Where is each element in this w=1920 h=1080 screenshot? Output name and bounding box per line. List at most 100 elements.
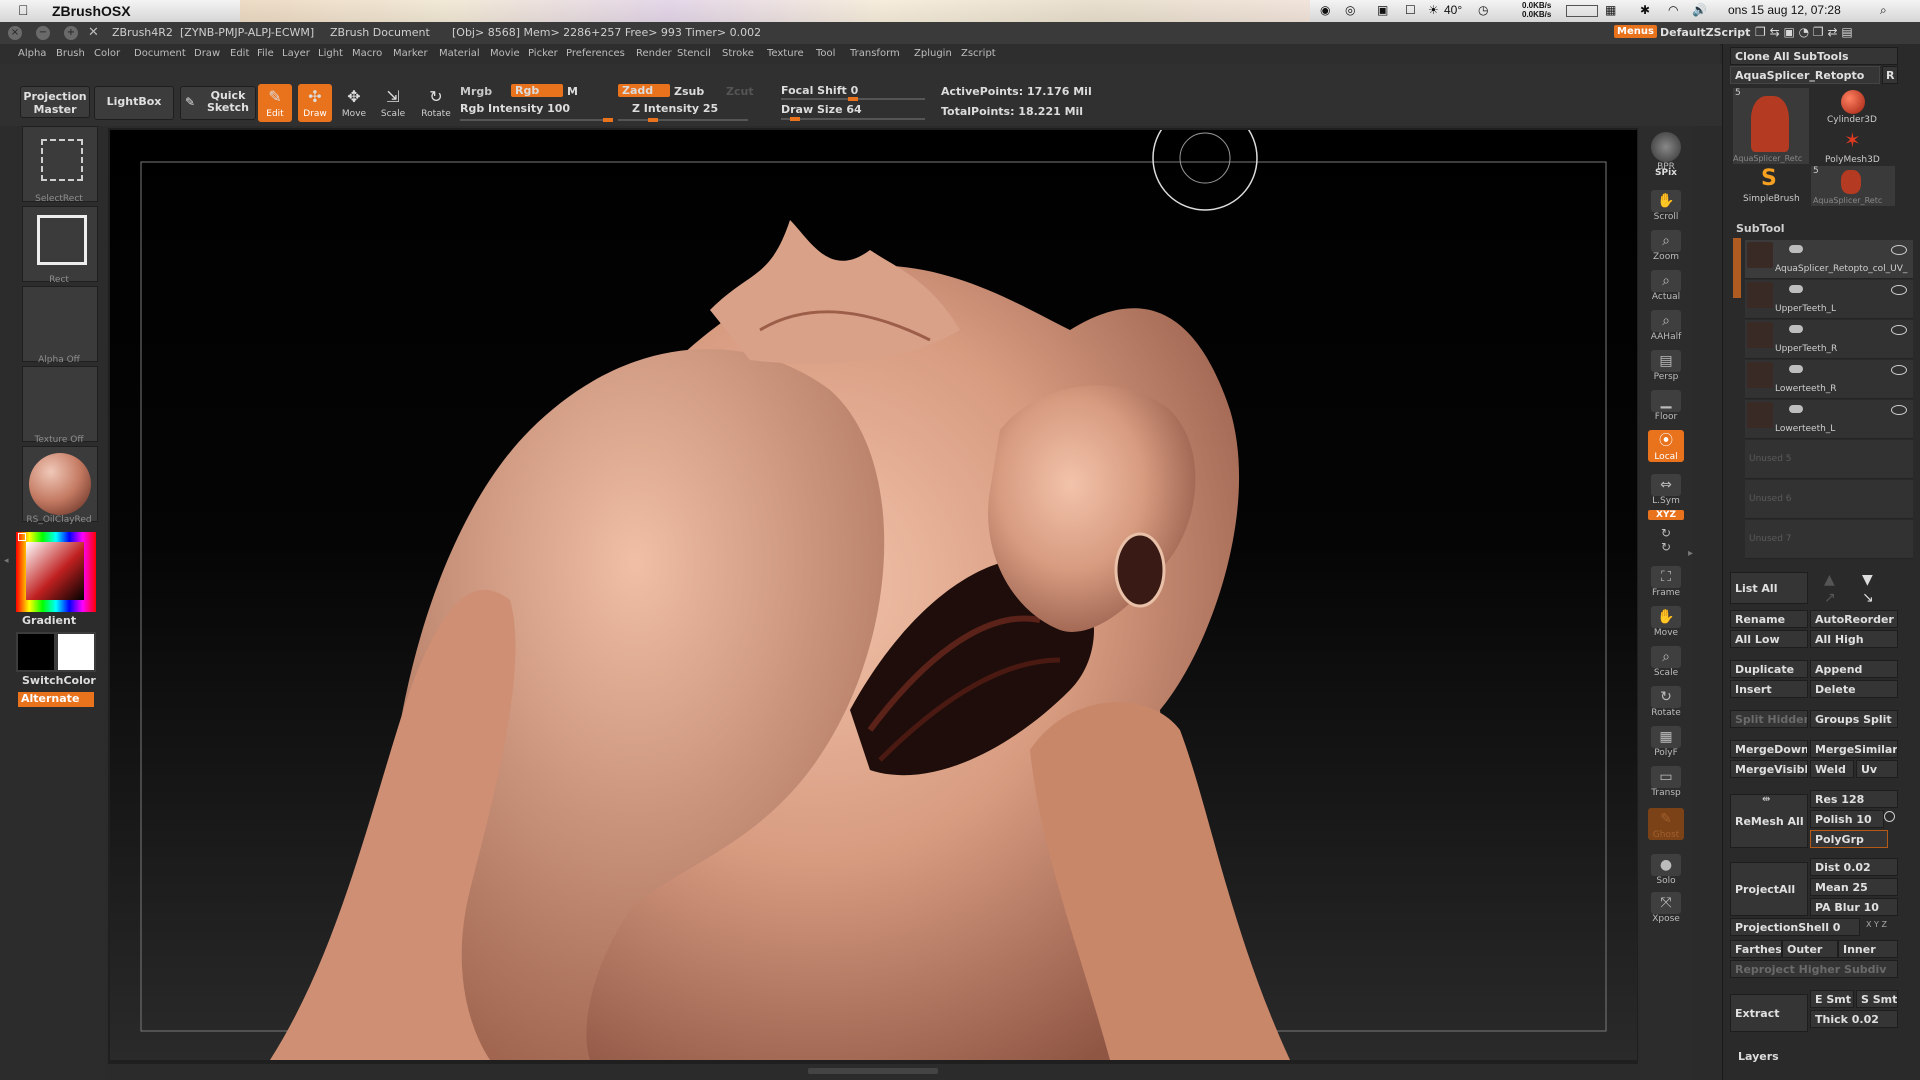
time-machine-icon[interactable]: ◷ [1478,3,1488,17]
switch-color-swatches[interactable] [16,632,96,672]
thick-slider[interactable]: Thick 0.02 [1810,1010,1898,1028]
wifi-signal-icon[interactable]: ◠ [1668,3,1678,17]
texture-button[interactable] [22,366,98,442]
dist-slider[interactable]: Dist 0.02 [1810,858,1898,876]
menu-texture[interactable]: Texture [767,48,804,59]
subtool-unused[interactable]: Unused 5 [1745,440,1913,479]
canvas-bottom-handle[interactable] [808,1068,938,1074]
mergesimilar-button[interactable]: MergeSimilar [1810,740,1898,758]
primary-color-swatch[interactable] [18,634,54,670]
weld-button[interactable]: Weld [1810,760,1854,778]
bpr-button[interactable]: BPR [1648,132,1684,172]
scale-view-button[interactable]: ⌕ Scale [1648,646,1684,678]
menu-zscript[interactable]: Zscript [961,48,996,59]
menu-file[interactable]: File [257,48,274,59]
farthest-button[interactable]: Farthest [1730,940,1782,958]
menu-stencil[interactable]: Stencil [677,48,711,59]
menu-preferences[interactable]: Preferences [566,48,625,59]
floor-button[interactable]: ▁ Floor [1648,390,1684,422]
delete-button[interactable]: Delete [1810,680,1898,698]
mean-slider[interactable]: Mean 25 [1810,878,1898,896]
move-down-arrow-icon[interactable]: ▼ [1862,572,1873,588]
clone-all-subtools-button[interactable]: Clone All SubTools [1730,47,1898,65]
res-slider[interactable]: Res 128 [1810,790,1898,808]
all-high-button[interactable]: All High [1810,630,1898,648]
frame-button[interactable]: ⛶ Frame [1648,566,1684,598]
menu-marker[interactable]: Marker [393,48,428,59]
xyz-button[interactable]: XYZ [1648,510,1684,520]
projection-master-button[interactable]: Projection Master [20,86,90,118]
lightbox-button[interactable]: LightBox [94,86,174,120]
mergedown-button[interactable]: MergeDown [1730,740,1808,758]
persp-button[interactable]: ▤ Persp [1648,350,1684,382]
left-collapse-arrow[interactable]: ◂ [4,556,9,566]
actual-button[interactable]: ⌕ Actual [1648,270,1684,302]
draw-size-slider[interactable] [781,117,925,121]
list-all-button[interactable]: List All [1730,572,1808,604]
rotate-button[interactable]: ↻ Rotate [419,84,453,122]
document-canvas[interactable] [110,130,1637,1060]
menu-picker[interactable]: Picker [528,48,558,59]
folder-icon[interactable]: ▣ [1377,3,1388,17]
volume-icon[interactable]: 🔊 [1692,3,1707,17]
subtool-item[interactable]: AquaSplicer_Retopto_col_UV_ [1745,240,1913,279]
move-button[interactable]: ✥ Move [337,84,371,122]
subtool-scrollbar[interactable] [1733,238,1741,298]
scroll-button[interactable]: ✋ Scroll [1648,190,1684,222]
projection-shell-slider[interactable]: ProjectionShell 0 [1730,918,1860,936]
insert-button[interactable]: Insert [1730,680,1808,698]
menu-alpha[interactable]: Alpha [18,48,46,59]
xpose-button[interactable]: ⤧ Xpose [1648,892,1684,924]
polish-slider[interactable]: Polish 10 [1810,810,1884,828]
rename-button[interactable]: Rename [1730,610,1808,628]
mergevisible-button[interactable]: MergeVisible [1730,760,1808,778]
alternate-button[interactable]: Alternate [18,692,94,707]
window-control-icons[interactable]: ❐ ⇆ ▣ ◔ ❐ ⇄ ▤ [1755,25,1853,39]
switch-color-label[interactable]: SwitchColor [22,674,96,687]
split-hidden-button[interactable]: Split Hidden [1730,710,1808,728]
menu-render[interactable]: Render [636,48,672,59]
autoreorder-button[interactable]: AutoReorder [1810,610,1898,628]
menu-movie[interactable]: Movie [490,48,520,59]
r-button[interactable]: R [1882,66,1898,84]
menus-button[interactable]: Menus [1614,25,1657,38]
uv-button[interactable]: Uv [1856,760,1898,778]
s-smt-slider[interactable]: S Smt [1856,990,1898,1008]
menu-edit[interactable]: Edit [230,48,249,59]
eye-icon[interactable] [1891,365,1907,375]
sculpt-model[interactable] [110,130,1637,1060]
spix-button[interactable]: SPix [1648,168,1684,178]
zadd-toggle[interactable]: Zadd [618,84,670,97]
menu-transform[interactable]: Transform [850,48,900,59]
move-down-right-icon[interactable]: ↘ [1862,590,1874,606]
menu-layer[interactable]: Layer [282,48,310,59]
subtool-toggle[interactable] [1789,405,1803,413]
tool-thumb-aquasplicer-2[interactable]: 5 AquaSplicer_Retc [1811,166,1895,206]
eye-icon[interactable] [1891,405,1907,415]
polygrp-toggle[interactable]: PolyGrp [1810,830,1888,848]
subtool-unused[interactable]: Unused 7 [1745,520,1913,559]
append-button[interactable]: Append [1810,660,1898,678]
eye-icon[interactable] [1891,285,1907,295]
outer-button[interactable]: Outer [1782,940,1838,958]
eye-icon[interactable] [1891,245,1907,255]
menu-brush[interactable]: Brush [56,48,85,59]
select-rect-button[interactable] [22,126,98,202]
move-up-arrow-icon[interactable]: ▲ [1824,572,1835,588]
sync-icon[interactable]: ◎ [1345,3,1355,17]
rgb-toggle[interactable]: Rgb [511,84,563,97]
current-tool-name[interactable]: AquaSplicer_Retopto [1730,66,1880,84]
all-low-button[interactable]: All Low [1730,630,1808,648]
tool-thumb-cylinder3d[interactable]: Cylinder3D [1811,88,1895,126]
draw-button[interactable]: ✣ Draw [298,84,332,122]
solo-button[interactable]: ● Solo [1648,854,1684,886]
inner-button[interactable]: Inner [1838,940,1898,958]
focal-shift-slider[interactable] [781,97,925,101]
local-button[interactable]: ⦿ Local [1648,430,1684,462]
draw-size-handle[interactable] [790,117,800,121]
z-intensity-handle[interactable] [648,118,658,122]
lsym-button[interactable]: ⇔ L.Sym [1648,474,1684,506]
ghost-button[interactable]: ✎ Ghost [1648,808,1684,840]
move-up-right-icon[interactable]: ↗ [1824,590,1836,606]
spotlight-search-icon[interactable]: ⌕ [1880,3,1887,18]
